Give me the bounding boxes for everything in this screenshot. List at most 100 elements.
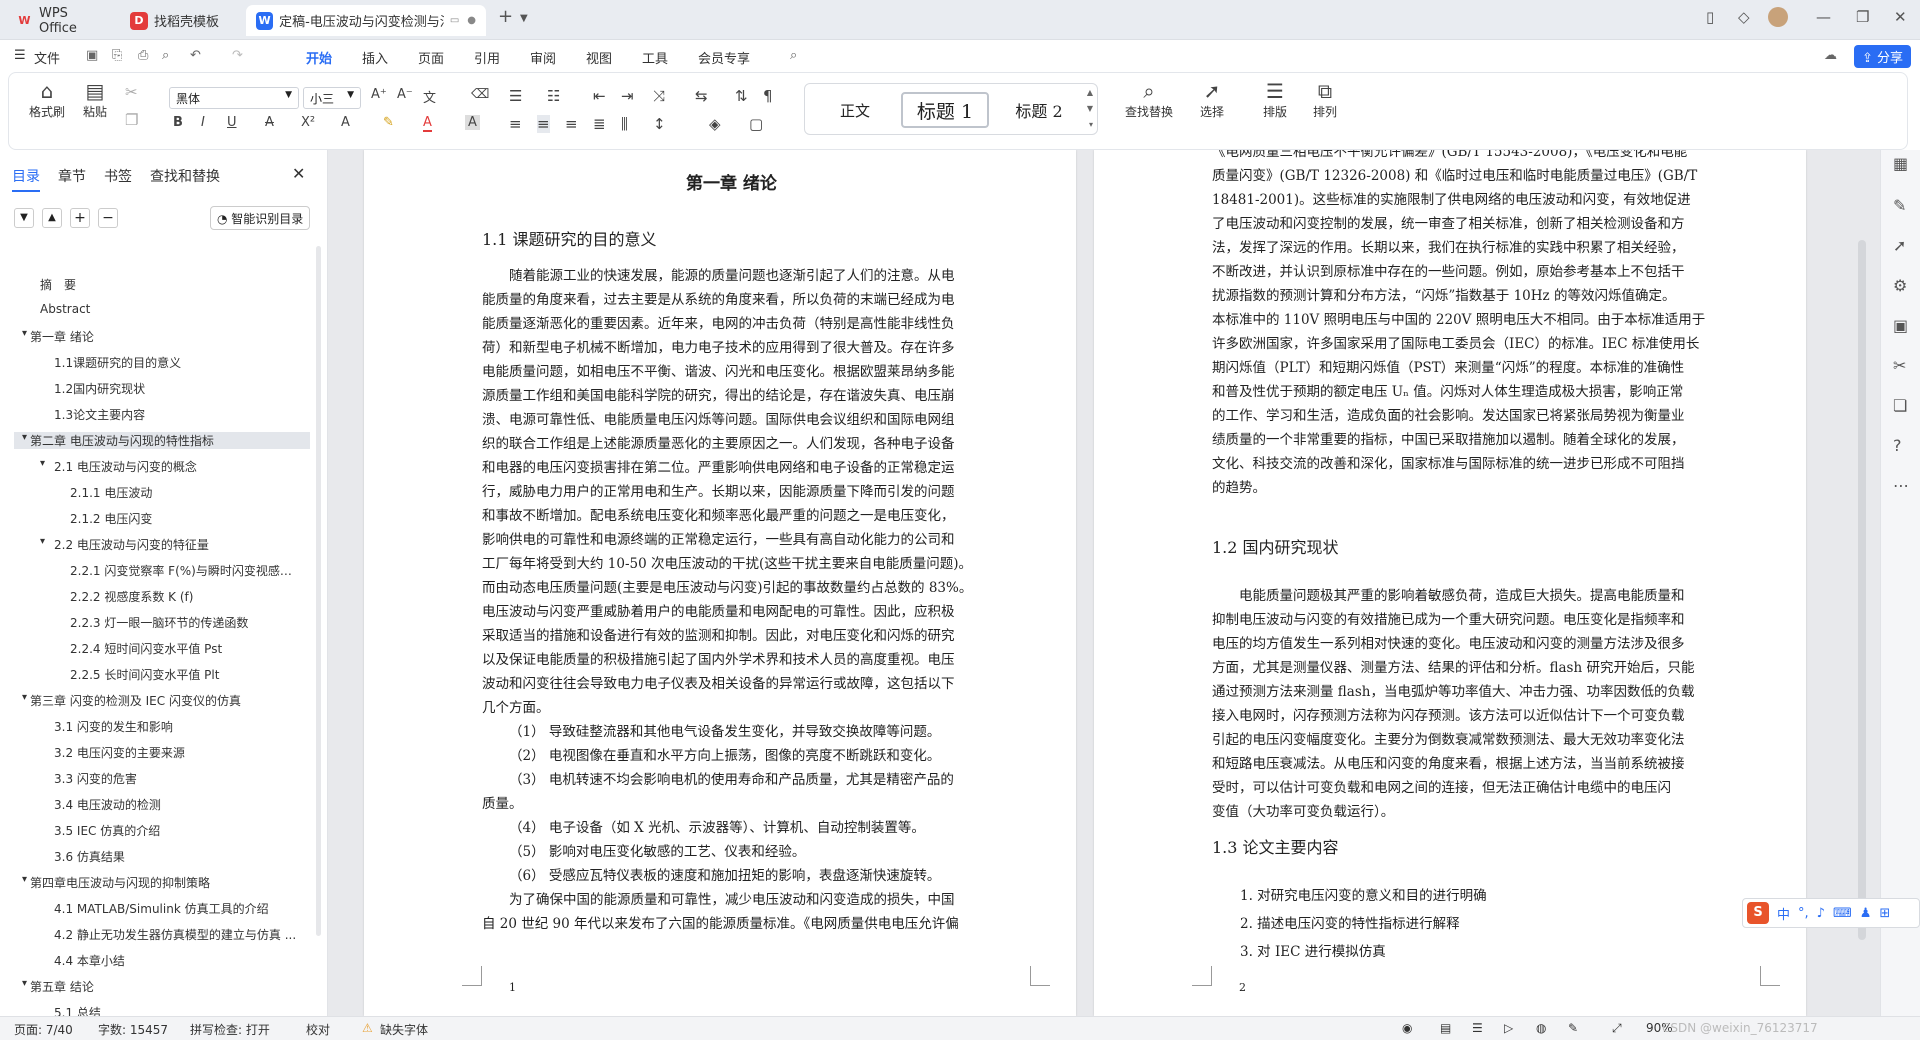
panel-tab-find[interactable]: 查找和替换	[150, 166, 220, 186]
unsaved-dot-icon[interactable]: ●	[467, 15, 476, 26]
microphone-icon[interactable]: ♪	[1817, 906, 1825, 921]
grow-font-icon[interactable]: A⁺	[371, 87, 387, 102]
collapse-all-icon[interactable]: ▼	[14, 208, 34, 228]
bullet-list-icon[interactable]: ☰	[509, 87, 522, 105]
close-panel-icon[interactable]: ✕	[292, 164, 305, 183]
more-icon[interactable]: ⋯	[1893, 476, 1909, 495]
menu-tab-tools[interactable]: 工具	[642, 48, 668, 67]
text-line[interactable]: 1. 对研究电压闪变的意义和目的进行明确	[1240, 884, 1487, 908]
text-line[interactable]: 能质量的角度来看，过去主要是从系统的角度来看，所以负荷的末端已经成为电	[482, 288, 955, 312]
text-line[interactable]: （5） 影响对电压变化敏感的工艺、仪表和经验。	[509, 840, 805, 864]
eye-icon[interactable]: ◉	[1402, 1021, 1412, 1035]
highlight-icon[interactable]: ✎	[383, 115, 394, 130]
font-size-select[interactable]: 小三 ▼	[303, 87, 361, 109]
text-line[interactable]: 波动和闪变往往会导致电力电子仪表及相关设备的异常运行或故障，这包括以下	[482, 672, 955, 696]
section-heading[interactable]: 1.1 课题研究的目的意义	[482, 228, 657, 252]
find-replace-button[interactable]: ⌕ 查找替换	[1117, 79, 1181, 120]
shrink-font-icon[interactable]: A⁻	[397, 87, 413, 102]
add-item-icon[interactable]: +	[70, 208, 90, 228]
section-heading[interactable]: 1.3 论文主要内容	[1212, 836, 1339, 860]
toc-item[interactable]: 第三章 闪变的检测及 IEC 闪变仪的仿真	[30, 692, 300, 709]
text-effect-icon[interactable]: A	[341, 115, 350, 130]
style-normal[interactable]: 正文	[815, 92, 895, 128]
search-icon[interactable]: ⌕	[790, 48, 797, 63]
text-line[interactable]: 影响供电的可靠性和电源终端的正常稳定运行，一些具有高自动化能力的公司和	[482, 528, 955, 552]
web-view-icon[interactable]: ◍	[1536, 1021, 1546, 1035]
text-line[interactable]: 和短路电压衰减法。从电压和闪变的角度来看，根据上述方法，当当前系统被接	[1212, 752, 1685, 776]
text-line[interactable]: 采取适当的措施和设备进行有效的监测和抑制。因此，对电压变化和闪烁的研究	[482, 624, 955, 648]
toc-item[interactable]: 第五章 结论	[30, 978, 300, 995]
text-line[interactable]: 方面，尤其是测量仪器、测量方法、结果的评估和分析。flash 研究开始后，只能	[1212, 656, 1694, 680]
text-line[interactable]: 和普及性优于预期的额定电压 Uₙ 值。闪烁对人体生理造成极大损害，影响正常	[1212, 380, 1683, 404]
sort-icon[interactable]: ⇅	[735, 87, 748, 105]
toc-item[interactable]: 3.2 电压闪变的主要来源	[54, 744, 300, 761]
cut-icon[interactable]: ✂	[125, 83, 138, 101]
keyboard-icon[interactable]: ⌨	[1833, 906, 1852, 921]
toc-item[interactable]: 2.2.1 闪变觉察率 F(%)与瞬时闪变视感度 ...	[70, 562, 300, 579]
redo-icon[interactable]: ↷	[232, 48, 243, 63]
text-line[interactable]: 以及保证电能质量的积极措施引起了国内外学术界和技术人员的高度重视。电压	[482, 648, 955, 672]
text-line[interactable]: 行，威胁电力用户的正常用电和生产。长期以来，因能源质量下降而引发的问题	[482, 480, 955, 504]
tab-templates[interactable]: D 找稻壳模板	[120, 5, 240, 36]
text-line[interactable]: （1） 导致硅整流器和其他电气设备发生变化，并导致交换故障等问题。	[509, 720, 940, 744]
ime-logo-icon[interactable]: S	[1747, 902, 1769, 924]
copy-icon[interactable]: ❐	[125, 111, 138, 129]
panel-tab-toc[interactable]: 目录	[12, 166, 40, 192]
undo-icon[interactable]: ↶	[190, 48, 201, 63]
toc-item[interactable]: 3.3 闪变的危害	[54, 770, 300, 787]
adjust-icon[interactable]: ⚙	[1893, 276, 1907, 295]
chevron-down-icon[interactable]: ▼	[1087, 104, 1093, 113]
toc-item[interactable]: 2.2.2 视感度系数 K (f)	[70, 588, 300, 605]
text-line[interactable]: 质量闪变》(GB/T 12326-2008) 和《临时过电压和临时电能质量过电压…	[1212, 164, 1697, 188]
text-line[interactable]: 电能质量问题，如相电压不平衡、谐波、闪光和电压变化。根据欧盟莱昂纳多能	[482, 360, 955, 384]
toc-item[interactable]: 1.2国内研究现状	[54, 380, 300, 397]
cube-icon[interactable]: ◇	[1738, 8, 1750, 26]
toc-item[interactable]: 2.2 电压波动与闪变的特征量	[54, 536, 300, 553]
fit-page-icon[interactable]: ⤢	[1612, 1021, 1622, 1036]
text-line[interactable]: （2） 电视图像在垂直和水平方向上振荡，图像的亮度不断跳跃和变化。	[509, 744, 940, 768]
expand-toggle-icon[interactable]: ▾	[22, 432, 27, 443]
text-line[interactable]: 通过预测方法来测量 flash，当电弧炉等功率值大、冲击力强、功率因数低的负载	[1212, 680, 1694, 704]
word-count[interactable]: 字数: 15457	[98, 1021, 168, 1038]
paste-button[interactable]: ▤ 粘贴	[75, 79, 115, 120]
text-line[interactable]: 源质量工作组和美国电能科学院的研究，得出的结论是，存在谐波失真、电压崩	[482, 384, 955, 408]
align-left-icon[interactable]: ≡	[509, 115, 522, 133]
panel-tab-chapters[interactable]: 章节	[58, 166, 86, 186]
tab-document[interactable]: W 定稿-电压波动与闪变检测与治 ▭ ●	[246, 5, 486, 36]
minimize-icon[interactable]: —	[1816, 8, 1831, 26]
toc-item[interactable]: 2.1 电压波动与闪变的概念	[54, 458, 300, 475]
style-heading-2[interactable]: 标题 2	[995, 92, 1083, 128]
document-scrollbar[interactable]	[1858, 240, 1866, 940]
menu-tab-insert[interactable]: 插入	[362, 48, 388, 67]
increase-indent-icon[interactable]: ⇥	[621, 87, 634, 105]
tools-icon[interactable]: ✂	[1893, 356, 1906, 375]
toc-item[interactable]: 2.1.2 电压闪变	[70, 510, 300, 527]
hamburger-icon[interactable]: ☰	[14, 48, 26, 63]
remove-item-icon[interactable]: −	[98, 208, 118, 228]
image-icon[interactable]: ▣	[1893, 316, 1908, 335]
text-line[interactable]: 随着能源工业的快速发展，能源的质量问题也逐渐引起了人们的注意。从电	[509, 264, 955, 288]
toc-item[interactable]: 4.4 本章小结	[54, 952, 300, 969]
text-line[interactable]: 《电网质量三相电压不平衡允许偏差》(GB/T 15543-2008)，《电压变化…	[1212, 150, 1687, 164]
show-marks-icon[interactable]: ¶	[763, 87, 773, 105]
style-heading-1[interactable]: 标题 1	[901, 92, 989, 128]
toc-item[interactable]: 1.3论文主要内容	[54, 406, 300, 423]
align-right-icon[interactable]: ≡	[565, 115, 578, 133]
select-icon[interactable]: ➚	[1893, 236, 1906, 255]
text-line[interactable]: 和电器的电压闪变损害排在第二位。严重影响供电网络和电子设备的正常稳定运	[482, 456, 955, 480]
text-line[interactable]: 期闪烁值（PLT）和短期闪烁值（PST）来测量“闪烁”的程度。本标准的准确性	[1212, 356, 1684, 380]
menu-tab-references[interactable]: 引用	[474, 48, 500, 67]
expand-toggle-icon[interactable]: ▾	[22, 874, 27, 885]
superscript-icon[interactable]: X²	[301, 115, 315, 130]
char-shading-icon[interactable]: A	[465, 115, 480, 130]
format-painter-button[interactable]: ⌂ 格式刷	[27, 79, 67, 120]
text-line[interactable]: 变值（大功率可变负载运行）。	[1212, 800, 1394, 824]
chevron-up-icon[interactable]: ▲	[1087, 88, 1093, 97]
skin-icon[interactable]: ♟	[1860, 906, 1872, 921]
expand-toggle-icon[interactable]: ▾	[22, 692, 27, 703]
toc-item[interactable]: 2.2.4 短时间闪变水平值 Pst	[70, 640, 300, 657]
toc-item[interactable]: 3.1 闪变的发生和影响	[54, 718, 300, 735]
toc-item[interactable]: 2.2.5 长时间闪变水平值 Plt	[70, 666, 300, 683]
missing-font-button[interactable]: 缺失字体	[380, 1021, 428, 1038]
proof-button[interactable]: 校对	[306, 1021, 330, 1038]
